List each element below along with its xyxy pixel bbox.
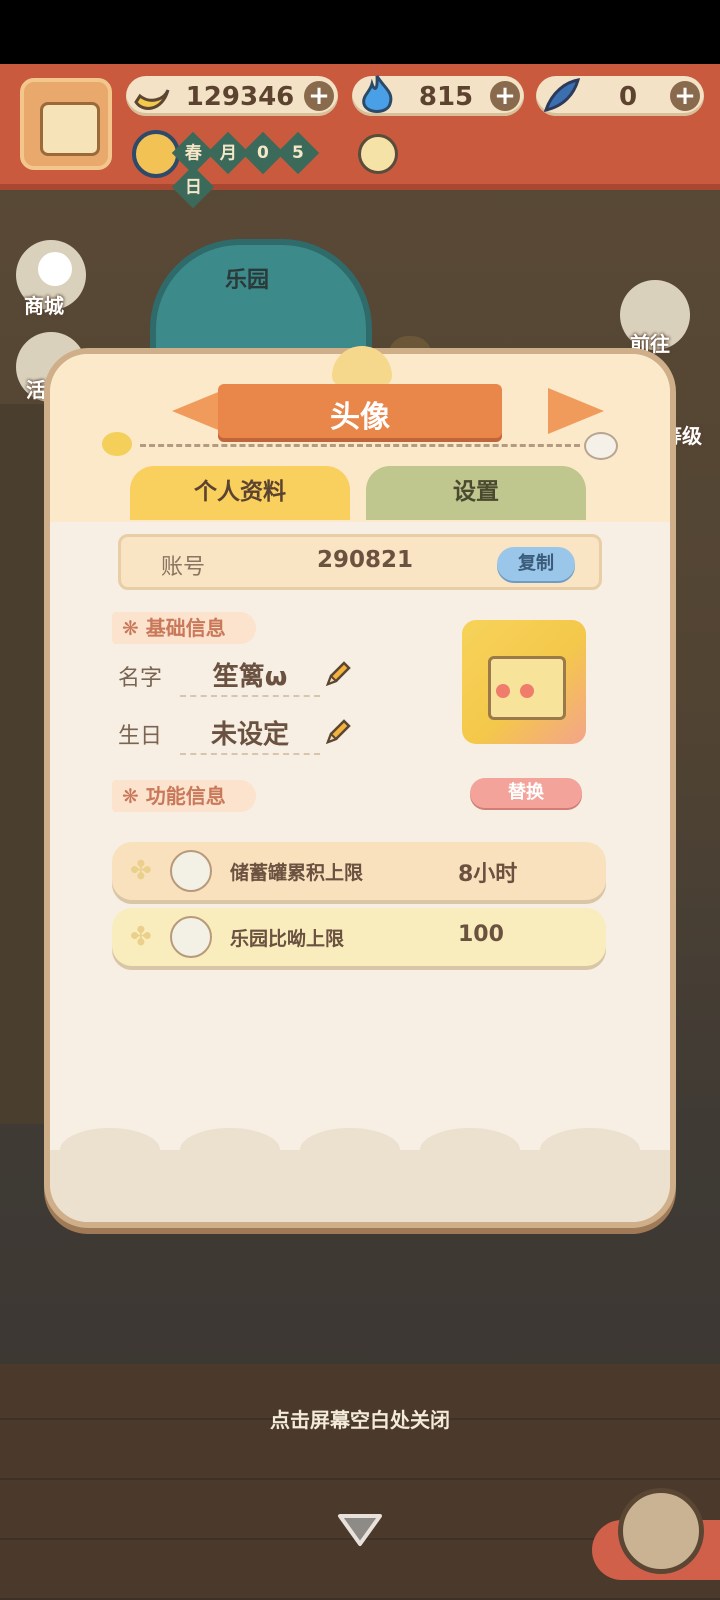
- tab-profile[interactable]: 个人资料: [130, 466, 350, 520]
- banana-counter: 129346 +: [126, 76, 338, 116]
- cat-ornament-icon: [332, 346, 392, 386]
- dialog-title: 头像: [330, 400, 390, 435]
- tab-settings[interactable]: 设置: [366, 466, 586, 520]
- name-label: 名字: [118, 666, 163, 691]
- stat-row: ✤ 储蓄罐累积上限 8小时: [112, 842, 606, 900]
- white-bird-icon: [584, 432, 618, 460]
- feature-info-title: 功能信息: [145, 784, 226, 808]
- flame-count: 815: [418, 82, 474, 112]
- cheek: [496, 684, 510, 698]
- player-avatar-button[interactable]: [20, 78, 112, 170]
- stat-value: 100: [458, 922, 504, 947]
- date-cell: 日: [171, 165, 215, 209]
- blue-flame-icon: [362, 75, 393, 113]
- banana-icon: [134, 89, 170, 110]
- shop-label: 商城: [24, 294, 64, 318]
- stat-row: ✤ 乐园比呦上限 100: [112, 908, 606, 966]
- avatar-face-icon: [40, 102, 100, 156]
- wave: [540, 1128, 640, 1172]
- replace-avatar-button[interactable]: 替换: [470, 778, 582, 808]
- top-hud: 129346 + 815 + 0 + 春 月 0 5 日: [0, 64, 720, 209]
- status-bar: [0, 0, 720, 64]
- basic-info-title: 基础信息: [145, 616, 226, 640]
- wave: [300, 1128, 400, 1172]
- avatar-dialog: 头像 个人资料 设置 账号 290821 复制 ❋ 基础信息 名字 笙篱ω 生日…: [44, 346, 676, 1228]
- wave: [60, 1128, 160, 1172]
- edit-name-pencil-icon[interactable]: [324, 658, 354, 688]
- add-banana-button[interactable]: +: [304, 81, 334, 111]
- account-number: 290821: [317, 547, 414, 573]
- dialog-title-ribbon: 头像: [218, 384, 502, 438]
- clover-icon: ✤: [130, 922, 152, 952]
- feather-icon: [543, 78, 581, 113]
- profile-avatar-image[interactable]: [462, 620, 586, 744]
- account-bar: 账号 290821 复制: [118, 534, 602, 590]
- activity-label: 活: [26, 378, 46, 402]
- stat-name: 乐园比呦上限: [230, 928, 345, 950]
- close-hint[interactable]: 点击屏幕空白处关闭: [0, 1400, 720, 1440]
- birthday-label: 生日: [118, 724, 163, 749]
- cat-pair-icon: [170, 916, 212, 958]
- cheek: [520, 684, 534, 698]
- basic-info-header: ❋ 基础信息: [112, 612, 256, 644]
- date-badge: 春 月 0 5 日: [171, 131, 348, 209]
- name-value: 笙篱ω: [180, 656, 320, 697]
- feature-info-header: ❋ 功能信息: [112, 780, 256, 812]
- moon-icon[interactable]: [358, 134, 398, 174]
- clover-icon: ✤: [130, 856, 152, 886]
- feather-counter: 0 +: [536, 76, 704, 116]
- birthday-value: 未设定: [180, 714, 320, 755]
- date-cell: 5: [277, 131, 320, 175]
- dialog-footer-bg: [50, 1128, 670, 1222]
- banana-count: 129346: [185, 82, 295, 112]
- add-flame-button[interactable]: +: [490, 81, 520, 111]
- wave: [420, 1128, 520, 1172]
- feather-count: 0: [618, 82, 638, 112]
- stat-value: 8小时: [458, 862, 518, 887]
- piggy-bank-icon: [170, 850, 212, 892]
- stat-name: 储蓄罐累积上限: [230, 862, 364, 884]
- divider: [140, 444, 580, 447]
- flame-counter: 815 +: [352, 75, 524, 116]
- account-label: 账号: [161, 555, 206, 580]
- assistive-touch-dot[interactable]: [38, 252, 72, 286]
- yellow-bird-icon: [102, 432, 132, 456]
- chevron-down-icon[interactable]: [336, 1510, 384, 1550]
- copy-button[interactable]: 复制: [497, 547, 575, 581]
- wave: [180, 1128, 280, 1172]
- edit-birthday-pencil-icon[interactable]: [324, 716, 354, 746]
- yarn-ball-icon[interactable]: [618, 1488, 704, 1574]
- gate-label: 乐园: [225, 268, 270, 293]
- add-feather-button[interactable]: +: [670, 81, 700, 111]
